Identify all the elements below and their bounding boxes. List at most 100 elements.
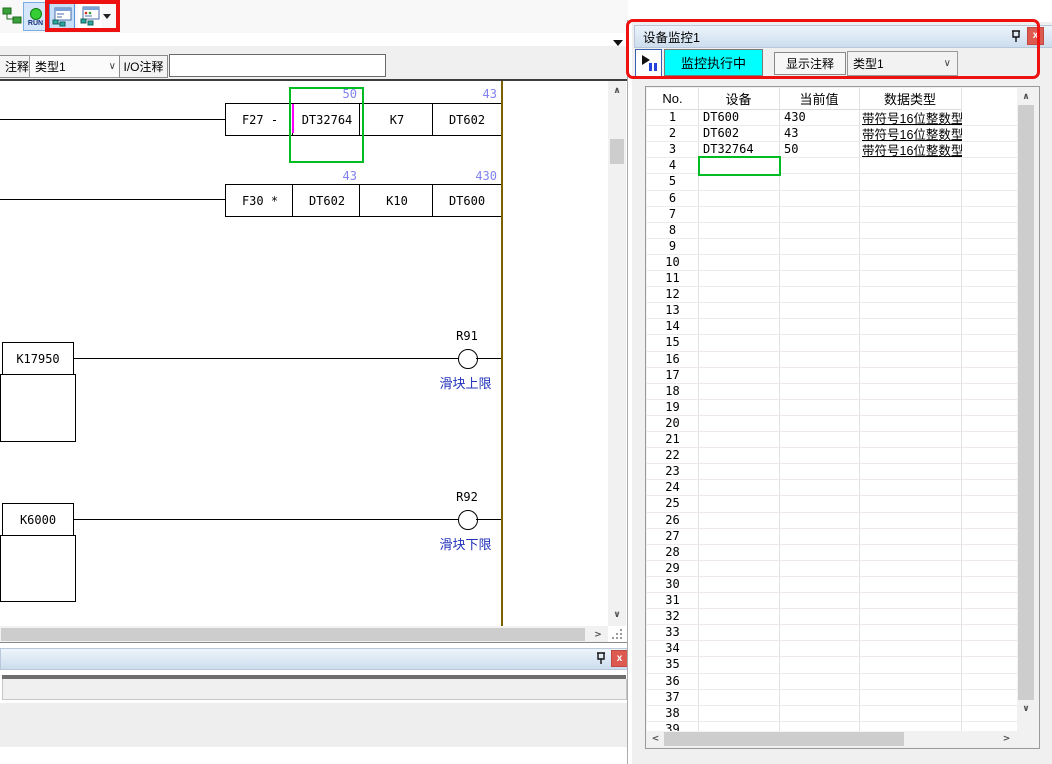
- row-number-cell[interactable]: 14: [647, 318, 698, 334]
- row-number-cell[interactable]: 35: [647, 656, 698, 672]
- instruction-box[interactable]: [0, 535, 76, 602]
- ladder-selection-box[interactable]: [289, 87, 364, 163]
- row-number-cell[interactable]: 34: [647, 640, 698, 656]
- datatype-cell[interactable]: [860, 592, 962, 608]
- device-cell[interactable]: [699, 254, 782, 270]
- device-cell[interactable]: [699, 544, 782, 560]
- comment-type-select[interactable]: 类型1 ∨: [29, 55, 123, 78]
- value-cell[interactable]: [780, 238, 862, 254]
- device-monitor-icon[interactable]: [49, 2, 75, 31]
- datatype-cell[interactable]: [860, 656, 962, 672]
- coil[interactable]: [458, 510, 478, 530]
- comment-search-input[interactable]: [169, 54, 386, 77]
- row-number-cell[interactable]: 27: [647, 528, 698, 544]
- instruction-box[interactable]: K7: [359, 103, 435, 136]
- datatype-cell[interactable]: [860, 560, 962, 576]
- monitor-vscroll-down-arrow[interactable]: ∨: [1017, 701, 1035, 717]
- instruction-box[interactable]: K10: [359, 184, 435, 217]
- device-cell[interactable]: [699, 190, 782, 206]
- row-number-cell[interactable]: 12: [647, 286, 698, 302]
- value-cell[interactable]: [780, 367, 862, 383]
- instruction-box[interactable]: DT602: [432, 103, 502, 136]
- datatype-cell[interactable]: [860, 673, 962, 689]
- device-cell[interactable]: [699, 222, 782, 238]
- instruction-box[interactable]: [0, 374, 76, 442]
- datatype-cell[interactable]: [860, 512, 962, 528]
- instruction-box[interactable]: F30 *: [225, 184, 295, 217]
- value-cell[interactable]: [780, 673, 862, 689]
- value-cell[interactable]: [780, 528, 862, 544]
- row-number-cell[interactable]: 21: [647, 431, 698, 447]
- device-cell[interactable]: [699, 286, 782, 302]
- datatype-cell[interactable]: 带符号16位整数型: [860, 125, 962, 141]
- row-number-cell[interactable]: 20: [647, 415, 698, 431]
- row-number-cell[interactable]: 36: [647, 673, 698, 689]
- value-cell[interactable]: [780, 206, 862, 222]
- datatype-cell[interactable]: [860, 624, 962, 640]
- datatype-cell[interactable]: [860, 608, 962, 624]
- device-cell[interactable]: [699, 479, 782, 495]
- value-cell[interactable]: 430: [780, 109, 862, 125]
- value-cell[interactable]: [780, 431, 862, 447]
- device-cell[interactable]: [699, 689, 782, 705]
- device-cell[interactable]: [699, 367, 782, 383]
- device-cell[interactable]: [699, 270, 782, 286]
- datatype-cell[interactable]: [860, 254, 962, 270]
- datatype-cell[interactable]: [860, 157, 962, 173]
- row-number-cell[interactable]: 23: [647, 463, 698, 479]
- datatype-cell[interactable]: [860, 689, 962, 705]
- row-number-cell[interactable]: 2: [647, 125, 698, 141]
- device-cell[interactable]: [699, 705, 782, 721]
- show-comment-button[interactable]: 显示注释: [774, 52, 846, 75]
- pin-icon[interactable]: [595, 651, 607, 666]
- device-cell[interactable]: DT600: [699, 109, 782, 125]
- row-number-cell[interactable]: 8: [647, 222, 698, 238]
- monitor-hscroll-left-arrow[interactable]: <: [648, 732, 663, 746]
- datatype-cell[interactable]: [860, 447, 962, 463]
- datatype-cell[interactable]: [860, 286, 962, 302]
- play-pause-button[interactable]: [635, 49, 662, 77]
- device-cell[interactable]: [699, 318, 782, 334]
- row-number-cell[interactable]: 22: [647, 447, 698, 463]
- value-cell[interactable]: [780, 608, 862, 624]
- operand-box[interactable]: K6000: [2, 503, 74, 536]
- ladder-vscroll-thumb[interactable]: [610, 139, 624, 164]
- monitor-vscroll-thumb[interactable]: [1018, 105, 1034, 700]
- datatype-cell[interactable]: [860, 415, 962, 431]
- device-cell[interactable]: [699, 592, 782, 608]
- value-cell[interactable]: [780, 705, 862, 721]
- row-number-cell[interactable]: 11: [647, 270, 698, 286]
- coil[interactable]: [458, 349, 478, 369]
- table-selection-box[interactable]: [698, 156, 781, 176]
- value-cell[interactable]: [780, 254, 862, 270]
- device-cell[interactable]: [699, 463, 782, 479]
- row-number-cell[interactable]: 15: [647, 334, 698, 350]
- device-cell[interactable]: [699, 399, 782, 415]
- value-cell[interactable]: [780, 399, 862, 415]
- datatype-cell[interactable]: [860, 431, 962, 447]
- row-number-cell[interactable]: 7: [647, 206, 698, 222]
- ladder-vscroll-down-arrow[interactable]: ∨: [608, 607, 626, 623]
- value-cell[interactable]: [780, 689, 862, 705]
- datatype-cell[interactable]: [860, 222, 962, 238]
- value-cell[interactable]: [780, 544, 862, 560]
- value-cell[interactable]: [780, 624, 862, 640]
- monitor-panel-titlebar[interactable]: 设备监控1: [634, 25, 1052, 48]
- datatype-cell[interactable]: [860, 190, 962, 206]
- value-cell[interactable]: [780, 512, 862, 528]
- row-number-cell[interactable]: 31: [647, 592, 698, 608]
- instruction-box[interactable]: F27 -: [225, 103, 295, 136]
- network-icon[interactable]: [1, 4, 23, 28]
- value-cell[interactable]: [780, 560, 862, 576]
- row-number-cell[interactable]: 30: [647, 576, 698, 592]
- device-cell[interactable]: [699, 624, 782, 640]
- ladder-vscroll-up-arrow[interactable]: ∧: [608, 83, 626, 98]
- device-cell[interactable]: DT32764: [699, 141, 782, 157]
- datatype-cell[interactable]: [860, 576, 962, 592]
- run-mode-icon[interactable]: RUN: [23, 2, 48, 31]
- device-cell[interactable]: [699, 608, 782, 624]
- datatype-cell[interactable]: [860, 495, 962, 511]
- value-cell[interactable]: [780, 351, 862, 367]
- pin-icon[interactable]: [1010, 29, 1022, 44]
- device-cell[interactable]: DT602: [699, 125, 782, 141]
